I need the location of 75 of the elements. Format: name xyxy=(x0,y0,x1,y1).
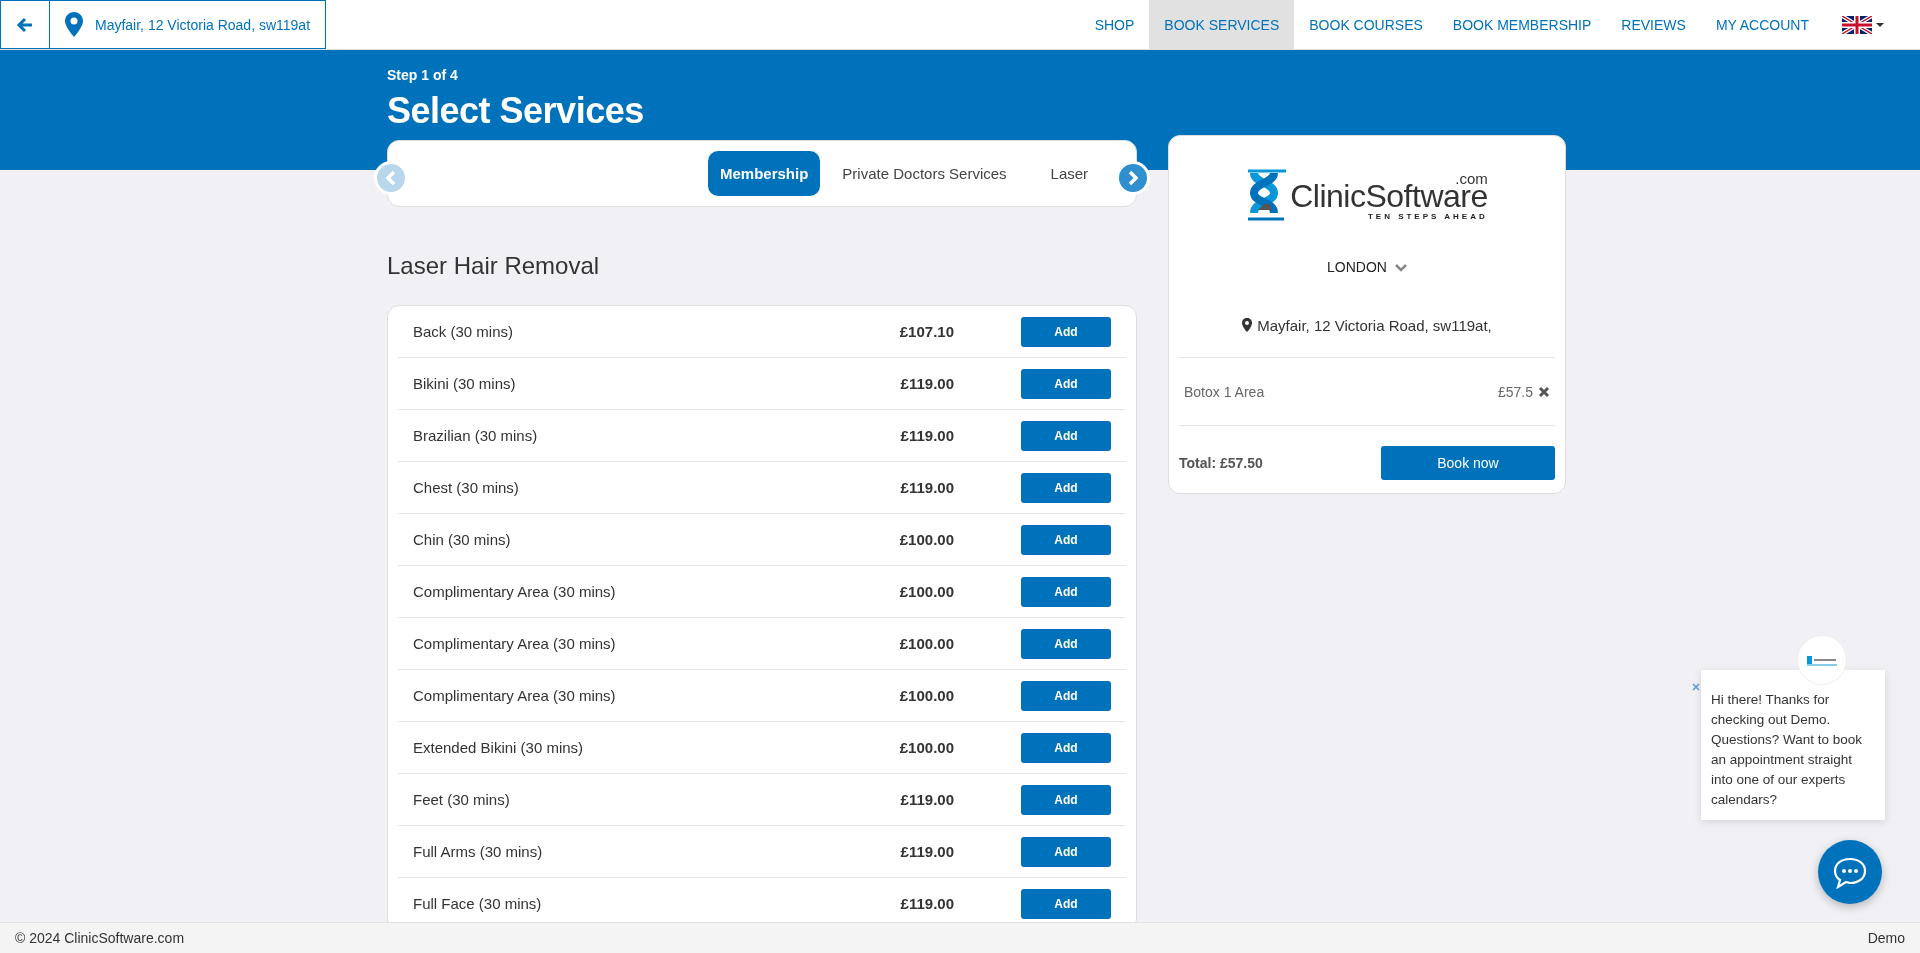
add-button[interactable]: Add xyxy=(1021,316,1111,347)
service-price: £100.00 xyxy=(899,635,954,652)
location-selector[interactable]: Mayfair, 12 Victoria Road, sw119at xyxy=(49,0,327,49)
chat-bubble-icon xyxy=(1832,855,1868,889)
location-pin-icon xyxy=(1242,318,1253,332)
service-name: Complimentary Area (30 mins) xyxy=(413,635,616,652)
add-button[interactable]: Add xyxy=(1021,732,1111,763)
add-button[interactable]: Add xyxy=(1021,368,1111,399)
location-pin-icon xyxy=(65,12,83,37)
add-button[interactable]: Add xyxy=(1021,472,1111,503)
back-arrow-icon xyxy=(16,15,34,34)
add-button[interactable]: Add xyxy=(1021,680,1111,711)
service-price: £119.00 xyxy=(900,479,954,496)
service-name: Complimentary Area (30 mins) xyxy=(413,583,616,600)
service-price: £100.00 xyxy=(899,583,954,600)
service-name: Complimentary Area (30 mins) xyxy=(413,687,616,704)
add-button[interactable]: Add xyxy=(1021,420,1111,451)
chevron-left-icon xyxy=(386,170,396,186)
add-button[interactable]: Add xyxy=(1021,524,1111,555)
remove-icon[interactable] xyxy=(1538,385,1550,398)
category-tab[interactable]: Laser xyxy=(1028,151,1111,196)
add-button[interactable]: Add xyxy=(1021,888,1111,919)
add-button[interactable]: Add xyxy=(1021,628,1111,659)
page-title: Select Services xyxy=(387,90,644,132)
logo-tagline: TEN STEPS AHEAD xyxy=(1367,213,1488,221)
cart-item-price: £57.5 xyxy=(1497,383,1533,400)
service-price: £119.00 xyxy=(900,895,954,912)
close-icon[interactable] xyxy=(1692,683,1700,691)
nav-link[interactable]: BOOK SERVICES xyxy=(1149,0,1295,49)
caret-icon xyxy=(1876,22,1884,27)
chat-message: Hi there! Thanks for checking out Demo. Questions? Want to book an appointment straight into one of our experts calendars? xyxy=(1701,670,1885,820)
logo-suffix: .com xyxy=(1455,171,1488,186)
nav-link[interactable]: REVIEWS xyxy=(1606,0,1701,49)
nav-link[interactable]: BOOK MEMBERSHIP xyxy=(1437,0,1607,49)
nav-link[interactable]: SHOP xyxy=(1079,0,1150,49)
logo-icon xyxy=(1807,654,1837,666)
add-button[interactable]: Add xyxy=(1021,576,1111,607)
service-name: Chest (30 mins) xyxy=(413,479,519,496)
add-button[interactable]: Add xyxy=(1021,784,1111,815)
city-dropdown[interactable]: LONDON xyxy=(1179,259,1555,275)
chevron-right-icon xyxy=(1128,170,1138,186)
back-button[interactable] xyxy=(0,0,49,49)
service-name: Brazilian (30 mins) xyxy=(413,427,538,444)
service-price: £100.00 xyxy=(899,531,954,548)
category-tab[interactable]: Membership xyxy=(708,151,821,196)
step-indicator: Step 1 of 4 xyxy=(387,67,458,83)
uk-flag-icon xyxy=(1842,15,1872,34)
nav-link[interactable]: MY ACCOUNT xyxy=(1700,0,1824,49)
service-price: £100.00 xyxy=(899,739,954,756)
section-heading: Laser Hair Removal xyxy=(387,252,600,280)
cart-total: Total: £57.50 xyxy=(1179,455,1263,471)
category-tab[interactable]: Private Doctors Services xyxy=(820,151,1029,196)
service-price: £119.00 xyxy=(900,791,954,808)
service-name: Chin (30 mins) xyxy=(413,531,511,548)
service-name: Feet (30 mins) xyxy=(413,791,510,808)
service-price: £119.00 xyxy=(900,375,954,392)
service-price: £100.00 xyxy=(899,687,954,704)
service-price: £107.10 xyxy=(899,323,954,340)
service-name: Full Arms (30 mins) xyxy=(413,843,543,860)
chat-button[interactable] xyxy=(1818,840,1882,904)
nav-link[interactable]: BOOK COURSES xyxy=(1294,0,1438,49)
copyright-text: © 2024 ClinicSoftware.com xyxy=(15,930,185,946)
clinic-address: Mayfair, 12 Victoria Road, sw119at, xyxy=(1257,316,1492,334)
service-name: Full Face (30 mins) xyxy=(413,895,542,912)
book-now-button[interactable]: Book now xyxy=(1381,446,1555,480)
hourglass-logo-icon xyxy=(1246,169,1287,221)
service-name: Bikini (30 mins) xyxy=(413,375,516,392)
service-price: £119.00 xyxy=(900,427,954,444)
service-name: Back (30 mins) xyxy=(413,323,514,340)
add-button[interactable]: Add xyxy=(1021,836,1111,867)
cart-item-name: Botox 1 Area xyxy=(1184,383,1265,400)
footer-link[interactable]: Demo xyxy=(1867,930,1905,946)
chevron-down-icon xyxy=(1394,262,1407,272)
service-name: Extended Bikini (30 mins) xyxy=(413,739,584,756)
service-price: £119.00 xyxy=(900,843,954,860)
